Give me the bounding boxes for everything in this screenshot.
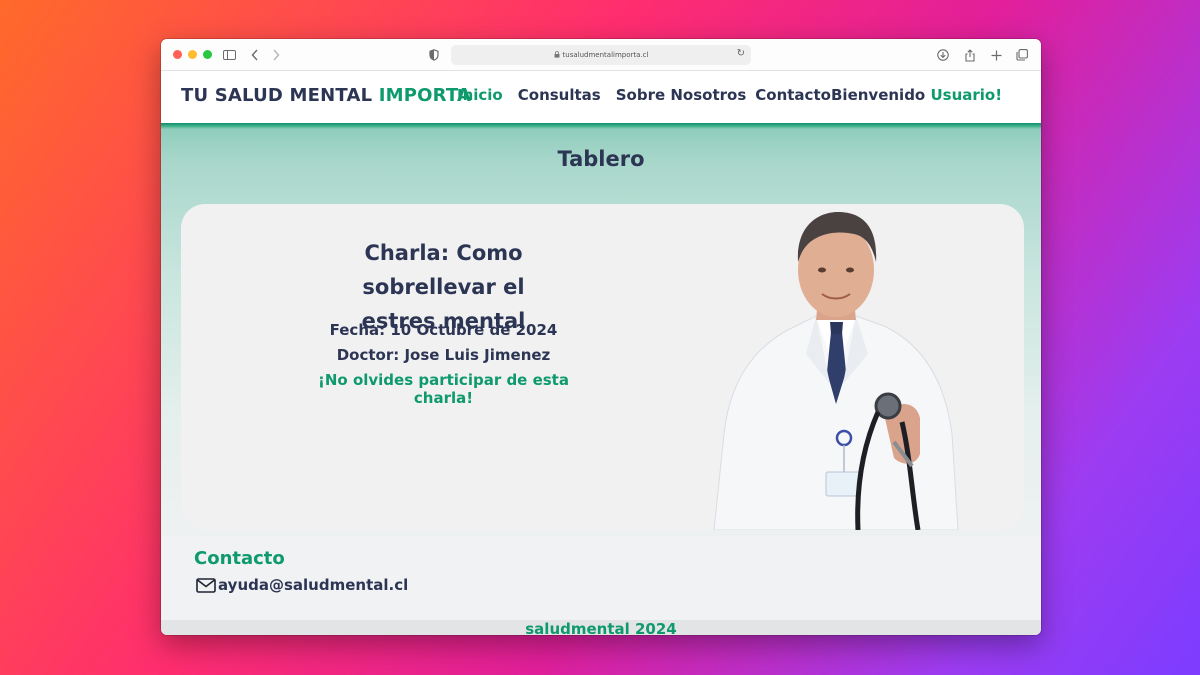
privacy-shield-icon[interactable] — [426, 47, 442, 63]
mail-icon — [196, 577, 216, 593]
downloads-icon[interactable] — [935, 47, 951, 63]
main-nav: Inicio Consultas Sobre Nosotros Contacto — [457, 86, 846, 104]
logo-main-text: TU SALUD MENTAL — [181, 85, 373, 106]
minimize-window-button[interactable] — [188, 50, 197, 59]
welcome-prefix: Bienvenido — [831, 86, 926, 104]
dashboard-section: Tablero Charla: Como sobrellevar el estr… — [161, 123, 1041, 536]
url-text: tusaludmentalimporta.cl — [562, 51, 649, 59]
share-icon[interactable] — [962, 47, 978, 63]
nav-consultas[interactable]: Consultas — [518, 86, 601, 104]
contact-email-text: ayuda@saludmental.cl — [218, 576, 409, 594]
event-card: Charla: Como sobrellevar el estres menta… — [181, 204, 1024, 530]
welcome-username[interactable]: Usuario! — [930, 86, 1002, 104]
lock-icon — [554, 50, 560, 60]
nav-contacto[interactable]: Contacto — [755, 86, 831, 104]
maximize-window-button[interactable] — [203, 50, 212, 59]
reload-icon[interactable]: ↻ — [737, 48, 745, 59]
new-tab-icon[interactable] — [988, 47, 1004, 63]
site-header: TU SALUD MENTAL IMPORTA Inicio Consultas… — [161, 71, 1041, 123]
contact-email[interactable]: ayuda@saludmental.cl — [196, 576, 408, 594]
nav-inicio[interactable]: Inicio — [457, 86, 503, 104]
welcome-message: Bienvenido Usuario! — [831, 86, 1002, 104]
window-controls — [173, 50, 212, 59]
browser-toolbar: tusaludmentalimporta.cl ↻ — [161, 39, 1041, 71]
close-window-button[interactable] — [173, 50, 182, 59]
site-logo[interactable]: TU SALUD MENTAL IMPORTA — [181, 85, 471, 106]
back-icon[interactable] — [247, 47, 263, 63]
page-title: Tablero — [557, 147, 645, 171]
nav-sobre-nosotros[interactable]: Sobre Nosotros — [616, 86, 747, 104]
browser-window: tusaludmentalimporta.cl ↻ TU SALUD MENTA… — [161, 39, 1041, 635]
contact-section: Contacto ayuda@saludmental.cl — [161, 536, 1041, 620]
event-doctor: Doctor: Jose Luis Jimenez — [336, 346, 551, 364]
tab-overview-icon[interactable] — [1014, 47, 1030, 63]
footer-text: saludmental 2024 — [525, 620, 677, 635]
address-bar[interactable]: tusaludmentalimporta.cl ↻ — [451, 45, 751, 65]
event-reminder: ¡No olvides participar de esta charla! — [318, 371, 569, 407]
forward-icon[interactable] — [268, 47, 284, 63]
contact-title: Contacto — [194, 548, 285, 569]
site-footer: saludmental 2024 — [161, 620, 1041, 635]
sidebar-toggle-icon[interactable] — [221, 47, 237, 63]
doctor-photo — [713, 212, 959, 530]
event-title-line-1: Charla: Como sobrellevar el — [362, 241, 525, 299]
event-date: Fecha: 10 Octubre de 2024 — [329, 321, 558, 339]
